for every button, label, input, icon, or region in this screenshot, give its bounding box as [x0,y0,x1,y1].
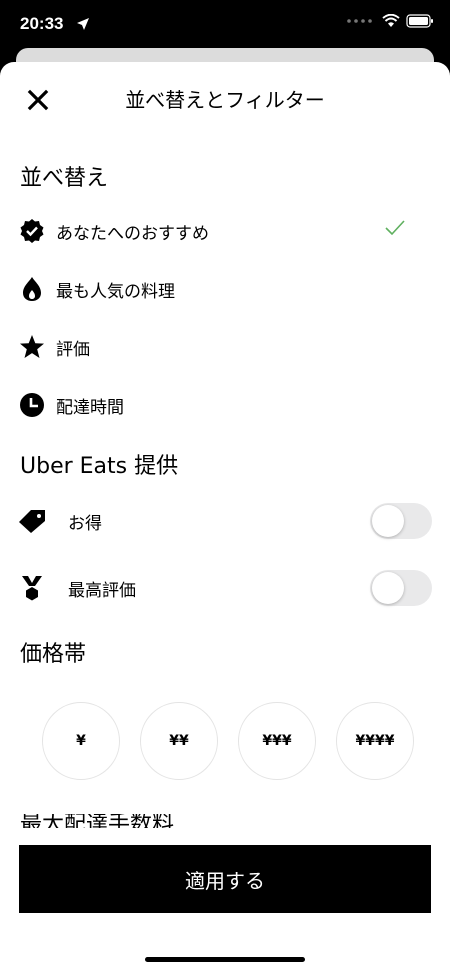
sort-section-title: 並べ替え [20,166,109,191]
tag-icon [18,507,46,535]
price-option-2[interactable]: ¥¥ [140,702,218,780]
status-indicators [346,14,434,28]
price-option-4[interactable]: ¥¥¥¥ [336,702,414,780]
sort-option-label: 最も人気の料理 [56,281,175,302]
sort-option-rating[interactable]: 評価 [18,325,432,369]
toggle-knob [372,505,404,537]
signal-dots-icon [347,19,372,23]
selected-check-icon [385,220,405,236]
price-range-options: ¥ ¥¥ ¥¥¥ ¥¥¥¥ [42,702,414,780]
status-time: 20:33 [20,14,64,33]
sort-option-delivery-time[interactable]: 配達時間 [18,383,432,427]
offer-label: 最高評価 [68,580,136,601]
offer-top-rated[interactable]: 最高評価 [18,566,432,610]
battery-icon [406,14,433,28]
offers-section-title: Uber Eats 提供 [20,454,179,479]
star-icon [18,333,46,361]
sort-option-popular[interactable]: 最も人気の料理 [18,267,432,311]
sort-filter-sheet: 並べ替えとフィルター 並べ替え あなたへのおすすめ 最も人気の料理 評価 配達時… [0,62,450,972]
wifi-icon [382,14,400,27]
status-bar: 20:33 [0,0,450,50]
flame-icon [18,275,46,303]
sort-option-label: 評価 [56,339,90,360]
sort-option-label: 配達時間 [56,397,124,418]
offer-label: お得 [68,513,102,534]
sort-option-label: あなたへのおすすめ [56,223,209,244]
price-option-1[interactable]: ¥ [42,702,120,780]
page-title: 並べ替えとフィルター [125,88,325,112]
toggle-knob [372,572,404,604]
apply-button[interactable]: 適用する [19,845,431,913]
location-arrow-icon [77,18,89,30]
delivery-fee-section-title: 最大配達手数料 [20,814,175,828]
clock-icon [18,391,46,419]
deals-toggle[interactable] [370,503,432,539]
price-option-3[interactable]: ¥¥¥ [238,702,316,780]
sort-option-recommended[interactable]: あなたへのおすすめ [18,209,432,253]
sheet-header: 並べ替えとフィルター [0,62,450,134]
top-rated-toggle[interactable] [370,570,432,606]
medal-icon [18,574,46,602]
home-indicator [145,957,305,962]
offer-deals[interactable]: お得 [18,499,432,543]
check-badge-icon [18,217,46,245]
price-section-title: 価格帯 [20,642,87,667]
